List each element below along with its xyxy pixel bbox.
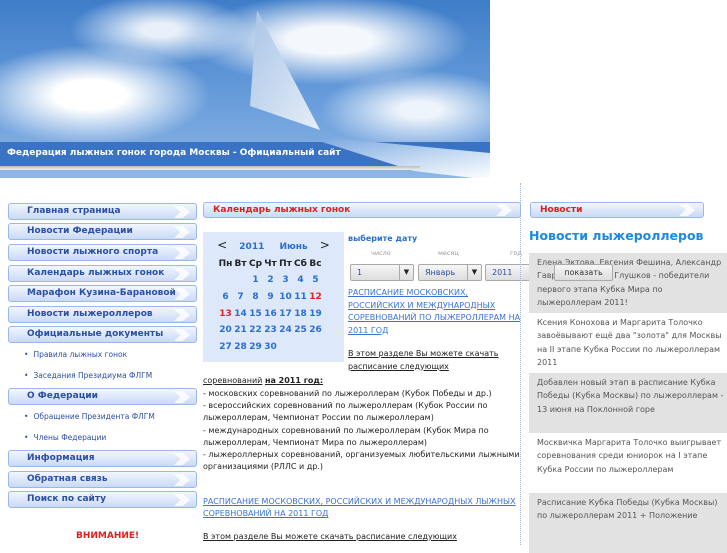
calendar-day[interactable]: 28 (233, 339, 248, 356)
month-value: Январь (425, 268, 456, 277)
news-item[interactable]: Добавлен новый этап в расписание Кубка П… (529, 373, 727, 433)
year-value: 2011 (492, 268, 513, 277)
nav-rollerski-news[interactable]: Новости лыжероллеров (8, 306, 197, 323)
weekday-header: Ср (248, 259, 263, 269)
competition-list: - московских соревнований по лыжероллера… (203, 388, 521, 473)
calendar-day[interactable]: 7 (233, 289, 248, 306)
news-item[interactable]: Елена Эктова, Евгения Фешина, Александр … (529, 253, 727, 313)
calendar-day[interactable]: 30 (263, 339, 278, 356)
chevron-down-icon: ▼ (399, 265, 413, 280)
day-label: число (371, 249, 391, 257)
calendar-day[interactable]: 3 (278, 272, 293, 289)
calendar-day[interactable]: 12 (308, 289, 323, 306)
intro-text-cont: соревнований (203, 376, 263, 385)
calendar-day (218, 272, 233, 289)
news-item[interactable]: Москвичка Маргарита Толочко выигрывает с… (529, 433, 727, 493)
calendar-day[interactable]: 26 (308, 322, 323, 339)
calendar-grid: Пн Вт Ср Чт Пт Сб Вс 1 2 3 4 5 6 7 8 9 10 11 12 13 14 15 16 17 1… (218, 256, 323, 355)
news-item[interactable]: Ксения Конохова и Маргарита Толочко заво… (529, 313, 727, 373)
list-item: - всероссийских соревнований по лыжеролл… (203, 401, 488, 423)
column-divider (520, 183, 521, 545)
news-item[interactable]: Расписание Кубка Победы (Кубка Москвы) п… (529, 493, 727, 553)
banner-decoration (250, 10, 320, 130)
attention-label: ВНИМАНИЕ! (76, 531, 140, 541)
weekday-header: Вт (234, 259, 247, 269)
calendar-day[interactable]: 27 (218, 339, 233, 356)
weekday-header: Чт (264, 259, 277, 269)
calendar-day[interactable]: 11 (293, 289, 308, 306)
nav-sub-members[interactable]: Члены Федерации (24, 433, 106, 442)
prev-month-button[interactable]: < (217, 238, 227, 252)
list-item: - лыжероллерных соревнований, организуем… (203, 450, 520, 472)
calendar-day[interactable]: 14 (233, 305, 248, 322)
nav-sub-meetings[interactable]: Заседания Президиума ФЛГМ (24, 371, 152, 380)
header-banner: Федерация лыжных гонок города Москвы - О… (0, 0, 490, 178)
show-button[interactable]: показать (554, 264, 613, 281)
date-picker-title: выберите дату (348, 234, 418, 243)
calendar-header: Календарь лыжных гонок (203, 202, 521, 218)
calendar-day[interactable]: 1 (248, 272, 263, 289)
nav-marathon[interactable]: Марафон Кузина-Барановой (8, 285, 197, 302)
calendar-year: 2011 (239, 242, 265, 252)
calendar-day[interactable]: 9 (263, 289, 278, 306)
day-value: 1 (357, 268, 363, 277)
calendar-day[interactable]: 19 (308, 305, 323, 322)
intro-text: В этом разделе Вы можете скачать расписа… (348, 349, 499, 371)
news-header: Новости (530, 202, 704, 218)
list-item: - московских соревнований по лыжероллера… (203, 389, 492, 398)
intro-year: на 2011 год: (264, 376, 324, 385)
nav-sub-president[interactable]: Обращение Президента ФЛГМ (24, 412, 154, 421)
calendar-day[interactable]: 4 (293, 272, 308, 289)
intro-text-2: В этом разделе Вы можете скачать расписа… (203, 532, 457, 541)
calendar-day[interactable]: 17 (278, 305, 293, 322)
calendar-day (233, 272, 248, 289)
ski-schedule-link[interactable]: РАСПИСАНИЕ МОСКОВСКИХ, РОССИЙСКИХ И МЕЖД… (203, 496, 523, 520)
calendar-day[interactable]: 18 (293, 305, 308, 322)
nav-sub-rules[interactable]: Правила лыжных гонок (24, 350, 127, 359)
calendar-day[interactable]: 2 (263, 272, 278, 289)
calendar-day[interactable]: 8 (248, 289, 263, 306)
nav-feedback[interactable]: Обратная связь (8, 471, 197, 488)
calendar-day[interactable]: 13 (218, 305, 233, 322)
weekday-header: Сб (294, 259, 307, 269)
calendar-day[interactable]: 24 (278, 322, 293, 339)
divider (0, 166, 420, 170)
nav-search[interactable]: Поиск по сайту (8, 491, 197, 508)
rollerski-schedule-link[interactable]: РАСПИСАНИЕ МОСКОВСКИХ, РОССИЙСКИХ И МЕЖД… (348, 287, 523, 337)
calendar-day[interactable]: 25 (293, 322, 308, 339)
day-select[interactable]: 1 ▼ (350, 264, 414, 281)
month-label: месяц (438, 249, 459, 257)
calendar-day[interactable]: 22 (248, 322, 263, 339)
calendar-day[interactable]: 15 (248, 305, 263, 322)
nav-race-calendar[interactable]: Календарь лыжных гонок (8, 265, 197, 282)
calendar-day[interactable]: 21 (233, 322, 248, 339)
month-select[interactable]: Январь ▼ (418, 264, 482, 281)
site-title: Федерация лыжных гонок города Москвы - О… (7, 148, 341, 158)
list-item: - международных соревнований по лыжеролл… (203, 425, 489, 447)
calendar-day[interactable]: 16 (263, 305, 278, 322)
next-month-button[interactable]: > (320, 238, 330, 252)
calendar-day[interactable]: 29 (248, 339, 263, 356)
calendar-day[interactable]: 5 (308, 272, 323, 289)
calendar-day[interactable]: 20 (218, 322, 233, 339)
nav-official-docs[interactable]: Официальные документы (8, 326, 197, 343)
calendar-day[interactable]: 10 (278, 289, 293, 306)
weekday-header: Пт (279, 259, 292, 269)
calendar-day[interactable]: 6 (218, 289, 233, 306)
nav-ski-news[interactable]: Новости лыжного спорта (8, 244, 197, 261)
chevron-down-icon: ▼ (467, 265, 481, 280)
nav-home[interactable]: Главная страница (8, 203, 197, 220)
calendar-day[interactable]: 23 (263, 322, 278, 339)
nav-info[interactable]: Информация (8, 450, 197, 467)
nav-about[interactable]: О Федерации (8, 388, 197, 405)
calendar-widget: <2011 Июнь > Пн Вт Ср Чт Пт Сб Вс 1 2 3 4 5 6 7 8 9 10 11 1… (203, 232, 344, 362)
nav-federation-news[interactable]: Новости Федерации (8, 223, 197, 240)
weekday-header: Пн (218, 259, 233, 269)
news-title: Новости лыжероллеров (529, 228, 704, 243)
calendar-day (278, 339, 293, 356)
weekday-header: Вс (309, 259, 322, 269)
calendar-day (308, 339, 323, 356)
calendar-day (293, 339, 308, 356)
calendar-month: Июнь (279, 242, 308, 252)
